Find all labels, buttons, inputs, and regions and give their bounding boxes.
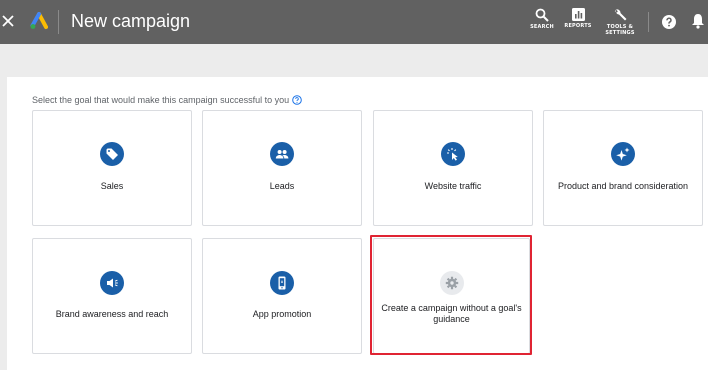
goal-card-leads[interactable]: Leads — [202, 110, 362, 226]
goal-card-label: Leads — [269, 181, 295, 191]
search-label: SEARCH — [530, 24, 554, 30]
goal-card-label: Brand awareness and reach — [55, 309, 169, 319]
goal-card-label: Website traffic — [424, 181, 482, 191]
reports-icon — [571, 8, 585, 21]
goal-prompt-text: Select the goal that would make this cam… — [32, 95, 290, 105]
reports-label: REPORTS — [564, 23, 592, 29]
header-divider — [58, 10, 59, 34]
sparkle-icon — [611, 142, 635, 166]
reports-button[interactable]: REPORTS — [563, 8, 593, 29]
page-title: New campaign — [71, 11, 191, 31]
goal-card-website-traffic[interactable]: Website traffic — [373, 110, 533, 226]
bell-icon[interactable] — [691, 13, 705, 29]
goal-card-app-promotion[interactable]: App promotion — [202, 238, 362, 354]
tag-icon — [100, 142, 124, 166]
close-icon[interactable] — [0, 10, 18, 32]
top-app-bar: New campaign SEARCH REPORTS TOOLS & SETT… — [0, 0, 708, 44]
goal-card-no-goal-guidance[interactable]: Create a campaign without a goal's guida… — [373, 238, 530, 354]
tools-settings-label: TOOLS & SETTINGS — [605, 24, 635, 36]
google-ads-logo[interactable] — [30, 12, 48, 30]
search-icon — [535, 8, 549, 22]
goal-card-brand-awareness-reach[interactable]: Brand awareness and reach — [32, 238, 192, 354]
search-button[interactable]: SEARCH — [528, 8, 556, 30]
cursor-click-icon — [441, 142, 465, 166]
goal-card-label: Sales — [100, 181, 124, 191]
people-icon — [270, 142, 294, 166]
goal-card-label: Create a campaign without a goal's guida… — [381, 303, 522, 324]
gear-icon — [439, 271, 464, 295]
phone-icon — [270, 271, 294, 295]
goal-card-label: Product and brand consideration — [557, 181, 689, 191]
header-divider-right — [648, 12, 649, 32]
goal-prompt: Select the goal that would make this cam… — [32, 95, 302, 105]
tools-settings-button[interactable]: TOOLS & SETTINGS — [603, 8, 637, 36]
goal-card-sales[interactable]: Sales — [32, 110, 192, 226]
help-icon[interactable] — [662, 15, 676, 29]
megaphone-icon — [100, 271, 124, 295]
goal-card-product-brand-consideration[interactable]: Product and brand consideration — [543, 110, 703, 226]
goal-card-label: App promotion — [252, 309, 312, 319]
help-circle-icon[interactable] — [292, 95, 302, 105]
wrench-icon — [614, 9, 626, 21]
